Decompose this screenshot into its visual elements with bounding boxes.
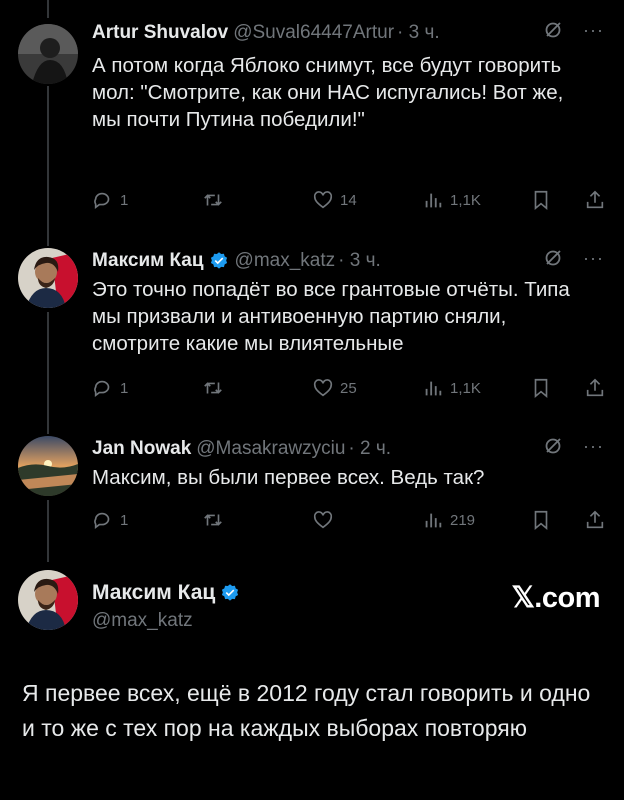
tweet-actions: 1 25 1,1K (92, 374, 612, 402)
avatar[interactable] (18, 570, 78, 630)
more-icon[interactable]: ··· (583, 436, 604, 456)
views-button[interactable]: 1,1K (422, 374, 481, 402)
tweet-time[interactable]: · 3 ч. (338, 250, 381, 272)
reply-button[interactable]: 1 (92, 506, 128, 534)
tweet-text: А потом когда Яблоко снимут, все будут г… (92, 54, 564, 131)
author-handle[interactable]: @Masakrawzyciu (196, 438, 345, 460)
avatar[interactable] (18, 24, 78, 84)
views-icon (425, 381, 442, 396)
share-button[interactable] (584, 506, 606, 534)
share-button[interactable] (584, 186, 606, 214)
heart-icon (313, 191, 333, 209)
bookmark-icon (534, 378, 548, 399)
retweet-icon (204, 382, 222, 394)
retweet-button[interactable] (202, 374, 230, 402)
like-button[interactable] (312, 506, 340, 534)
reply-count: 1 (120, 379, 129, 397)
reply-count: 1 (120, 191, 129, 209)
views-button[interactable]: 1,1K (422, 186, 481, 214)
tweet-2[interactable]: Максим Кац @max_katz · 3 ч. ··· Это точн… (0, 248, 624, 418)
tweet-time[interactable]: · 2 ч. (348, 438, 391, 460)
heart-icon (313, 511, 333, 529)
main-tweet-text: Я первее всех, ещё в 2012 году стал гово… (22, 680, 591, 741)
grok-icon[interactable] (543, 436, 563, 456)
views-button[interactable]: 219 (422, 506, 475, 534)
bookmark-button[interactable] (530, 186, 552, 214)
like-button[interactable]: 25 (312, 374, 357, 402)
author-name[interactable]: Максим Кац (92, 250, 204, 272)
views-count: 1,1K (450, 379, 481, 397)
bookmark-button[interactable] (530, 374, 552, 402)
like-count: 25 (340, 379, 357, 397)
more-icon[interactable]: ··· (583, 248, 604, 268)
share-icon (586, 378, 604, 397)
tweet-header: Максим Кац @max_katz · 3 ч. ··· (92, 248, 604, 274)
share-button[interactable] (584, 374, 606, 402)
share-icon (586, 510, 604, 529)
verified-badge-icon (222, 584, 239, 601)
grok-icon[interactable] (543, 20, 563, 40)
bookmark-icon (534, 510, 548, 531)
reply-icon (94, 192, 110, 209)
retweet-button[interactable] (202, 186, 230, 214)
tweet-text: Максим, вы были первее всех. Ведь так? (92, 466, 485, 489)
reply-button[interactable]: 1 (92, 374, 128, 402)
like-count: 14 (340, 191, 357, 209)
tweet-text: Это точно попадёт во все грантовые отчёт… (92, 278, 570, 355)
author-name[interactable]: Jan Nowak (92, 438, 191, 460)
author-name[interactable]: Artur Shuvalov (92, 22, 228, 44)
x-logo: 𝕏.com (511, 582, 600, 614)
thread-line-top (47, 0, 49, 18)
reply-icon (94, 512, 110, 529)
retweet-icon (204, 514, 222, 526)
bookmark-icon (534, 190, 548, 211)
tweet-1[interactable]: Artur Shuvalov @Suval64447Artur · 3 ч. ·… (0, 20, 624, 230)
more-icon[interactable]: ··· (583, 20, 604, 40)
retweet-icon (204, 194, 222, 206)
grok-icon[interactable] (543, 248, 563, 268)
author-name[interactable]: Максим Кац (92, 581, 215, 605)
reply-count: 1 (120, 511, 129, 529)
verified-badge-icon (210, 252, 227, 269)
reply-button[interactable]: 1 (92, 186, 128, 214)
author-handle[interactable]: @max_katz (235, 250, 336, 272)
tweet-header: Artur Shuvalov @Suval64447Artur · 3 ч. ·… (92, 20, 604, 46)
tweet-3[interactable]: Jan Nowak @Masakrawzyciu · 2 ч. ··· Макс… (0, 436, 624, 546)
views-icon (425, 513, 442, 528)
avatar[interactable] (18, 436, 78, 496)
tweet-actions: 1 14 1,1K (92, 186, 612, 214)
tweet-header: Jan Nowak @Masakrawzyciu · 2 ч. ··· (92, 436, 604, 462)
views-icon (425, 193, 442, 208)
tweet-actions: 1 219 (92, 506, 612, 534)
retweet-button[interactable] (202, 506, 230, 534)
reply-icon (94, 380, 110, 397)
bookmark-button[interactable] (530, 506, 552, 534)
like-button[interactable]: 14 (312, 186, 357, 214)
share-icon (586, 190, 604, 209)
heart-icon (313, 379, 333, 397)
author-handle[interactable]: @max_katz (92, 610, 193, 632)
author-handle[interactable]: @Suval64447Artur (233, 22, 394, 44)
views-count: 1,1K (450, 191, 481, 209)
views-count: 219 (450, 511, 476, 529)
tweet-time[interactable]: · 3 ч. (397, 22, 440, 44)
avatar[interactable] (18, 248, 78, 308)
